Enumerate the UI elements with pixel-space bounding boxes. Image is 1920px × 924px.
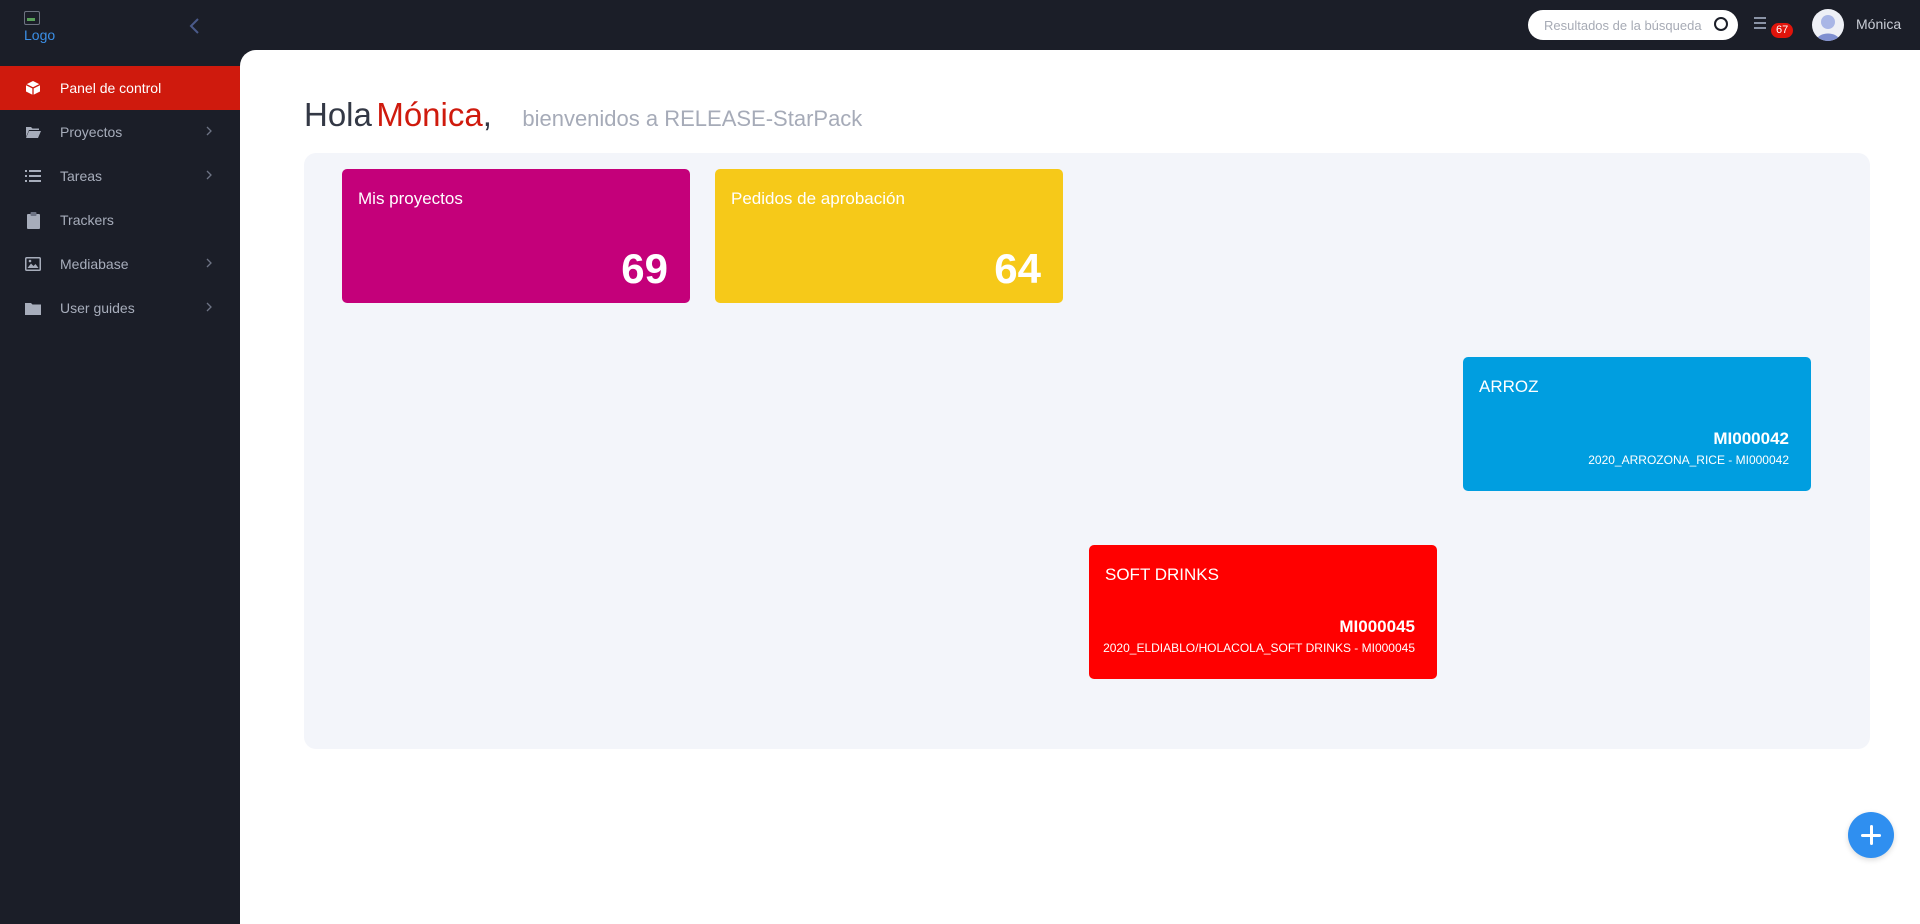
project-card-subtitle: 2020_ELDIABLO/HOLACOLA_SOFT DRINKS - MI0… [1103,641,1415,655]
chevron-right-icon [206,170,212,180]
card-count: 69 [621,245,668,292]
box-icon [25,80,41,96]
list-icon [1754,17,1766,32]
sidebar-item-panel-de-control[interactable]: Panel de control [0,66,240,110]
sidebar-item-mediabase[interactable]: Mediabase [0,242,240,286]
top-bar: Logo 67 Mónica [0,0,1920,50]
notification-badge: 67 [1771,23,1794,38]
sidebar-item-label: Mediabase [60,256,129,272]
card-pedidos-de-aprobacion[interactable]: Pedidos de aprobación 64 [715,169,1063,303]
user-name[interactable]: Mónica [1856,16,1901,32]
sidebar-item-label: Proyectos [60,124,123,140]
list-icon [25,168,41,184]
sidebar-item-proyectos[interactable]: Proyectos [0,110,240,154]
chevron-right-icon [206,302,212,312]
greeting-hola: Hola [304,96,372,133]
dashboard-panel: Mis proyectos 69 Pedidos de aprobación 6… [304,153,1870,749]
greeting-comma: , [482,96,492,133]
card-count: 64 [994,245,1041,292]
project-card-soft-drinks[interactable]: SOFT DRINKS MI000045 2020_ELDIABLO/HOLAC… [1089,545,1437,679]
project-card-title: SOFT DRINKS [1105,565,1219,584]
collapse-sidebar-button[interactable] [186,16,204,36]
add-button[interactable] [1848,812,1894,858]
main-content: Hola Mónica, bienvenidos a RELEASE-StarP… [240,50,1920,924]
sidebar: Panel de control Proyectos Tareas Tracke… [0,66,240,330]
logo-alt-text: Logo [24,27,56,43]
card-title: Mis proyectos [358,189,463,208]
sidebar-item-trackers[interactable]: Trackers [0,198,240,242]
chevron-right-icon [206,258,212,268]
image-icon [25,256,41,272]
logo[interactable]: Logo [24,11,55,43]
folder-icon [25,300,41,316]
sidebar-item-label: User guides [60,300,135,316]
project-card-code: MI000045 [1339,617,1415,636]
notifications-button[interactable]: 67 [1754,16,1794,38]
greeting-user-name: Mónica [376,96,483,133]
user-avatar-icon [1816,15,1840,41]
clipboard-icon [25,211,41,229]
sidebar-item-user-guides[interactable]: User guides [0,286,240,330]
project-card-code: MI000042 [1713,429,1789,448]
sidebar-item-label: Panel de control [60,80,162,96]
card-title: Pedidos de aprobación [731,189,905,208]
card-mis-proyectos[interactable]: Mis proyectos 69 [342,169,690,303]
search-input[interactable] [1538,16,1710,34]
page-title: Hola Mónica, bienvenidos a RELEASE-StarP… [304,96,862,134]
project-card-subtitle: 2020_ARROZONA_RICE - MI000042 [1588,453,1789,467]
chevron-left-icon [189,18,199,34]
chevron-right-icon [206,126,212,136]
sidebar-item-label: Tareas [60,168,103,184]
greeting-subtitle: bienvenidos a RELEASE-StarPack [522,106,863,131]
project-card-title: ARROZ [1479,377,1539,396]
project-card-arroz[interactable]: ARROZ MI000042 2020_ARROZONA_RICE - MI00… [1463,357,1811,491]
search-icon[interactable] [1714,17,1728,31]
sidebar-item-label: Trackers [60,212,114,228]
avatar[interactable] [1812,9,1844,41]
search-box [1528,10,1738,40]
folder-open-icon [25,124,41,140]
broken-image-icon [24,11,40,25]
sidebar-item-tareas[interactable]: Tareas [0,154,240,198]
